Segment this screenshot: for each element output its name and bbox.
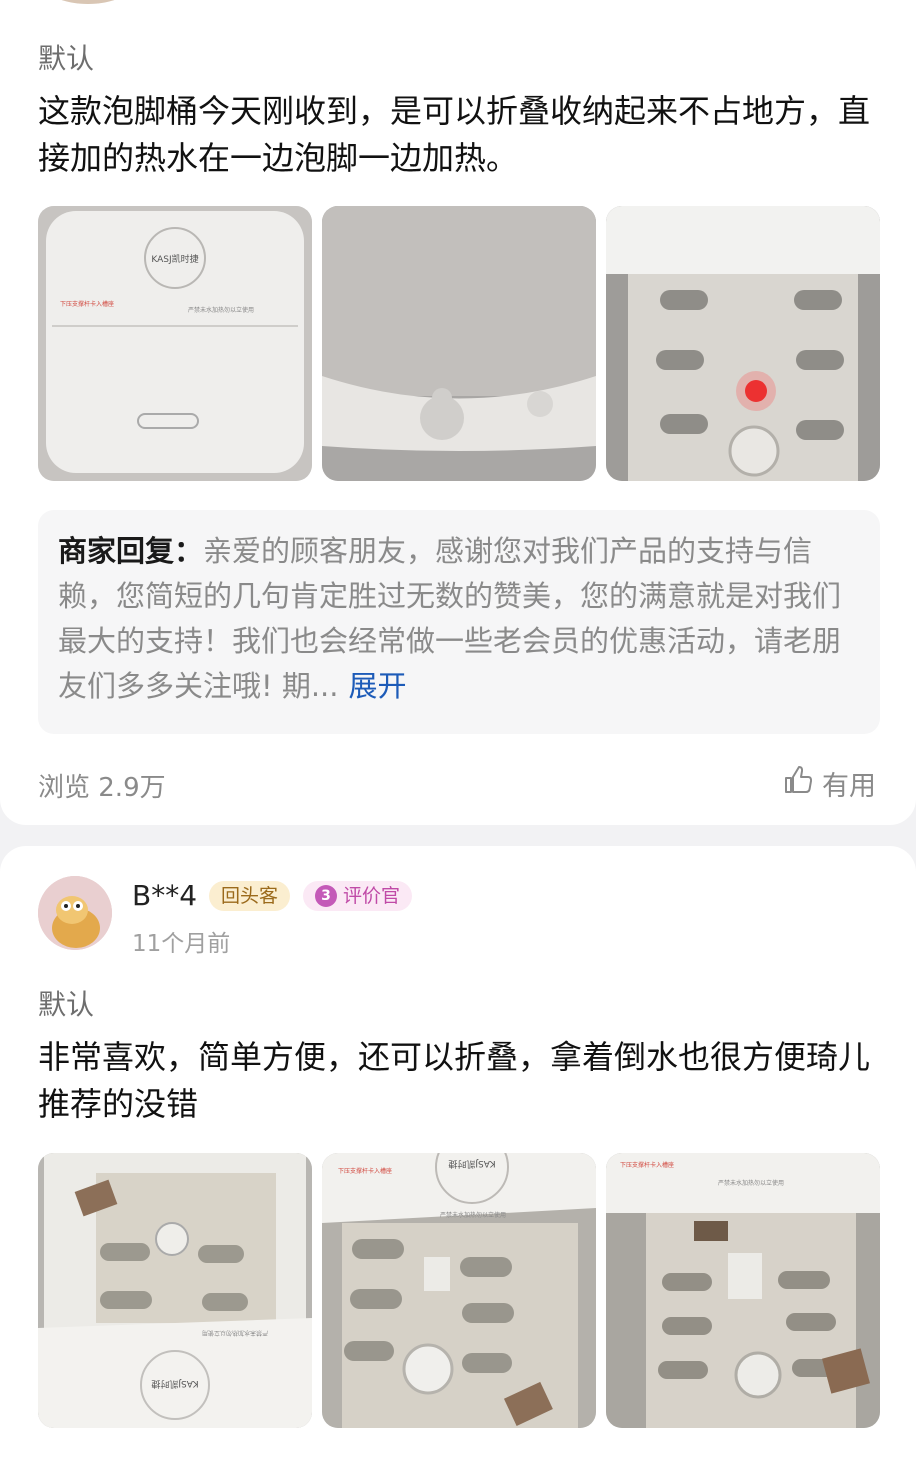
reviewer-badge-label: 评价官 (343, 885, 401, 907)
photo-notice-text: 严禁未水加热勿以立使用 (188, 306, 254, 314)
review-photo-2[interactable]: KASJ凯时捷 下压支撑杆卡入槽座 严禁未水加热勿以立使用 (322, 1153, 596, 1428)
product-spec: 默认 (38, 42, 95, 75)
expand-link[interactable]: 展开 (349, 669, 407, 703)
photo-warning-text: 下压支撑杆卡入槽座 (60, 300, 114, 308)
review-text: 非常喜欢，简单方便，还可以折叠，拿着倒水也很方便琦儿推荐的没错 (38, 1038, 871, 1123)
photo-logo-text: KASJ凯时捷 (151, 1378, 198, 1390)
photo-logo-text-2: KASJ凯时捷 (448, 1158, 495, 1170)
photo-logo-text: KASJ凯时捷 (151, 253, 198, 265)
view-count: 浏览 2.9万 (38, 773, 166, 803)
returning-customer-badge: 回头客 (209, 881, 291, 911)
review-photo-1[interactable]: KASJ凯时捷 严禁未水加热勿以立使用 (38, 1153, 312, 1428)
review-photo-3[interactable]: 下压支撑杆卡入槽座 严禁未水加热勿以立使用 (606, 1153, 880, 1428)
photo-warning-text: 下压支撑杆卡入槽座 (338, 1167, 392, 1175)
avatar[interactable] (38, 876, 112, 950)
useful-button[interactable]: 有用 (782, 764, 876, 803)
merchant-reply-label: 商家回复： (58, 534, 204, 568)
review-photo-3[interactable] (606, 206, 880, 481)
review-photo-2[interactable] (322, 206, 596, 481)
useful-label: 有用 (822, 771, 876, 802)
reviewer-level-icon: 3 (315, 885, 337, 907)
product-spec: 默认 (38, 988, 95, 1021)
review-card-1: 默认 这款泡脚桶今天刚收到，是可以折叠收纳起来不占地方，直接加的热水在一边泡脚一… (0, 0, 916, 825)
review-card-2: B**4 回头客 3 评价官 11个月前 默认 非常喜欢，简单方便，还可以折叠，… (0, 846, 916, 1466)
merchant-reply: 商家回复：亲爱的顾客朋友，感谢您对我们产品的支持与信赖，您简短的几句肯定胜过无数… (38, 510, 880, 734)
review-photos: KASJ凯时捷 下压支撑杆卡入槽座 严禁未水加热勿以立使用 (38, 206, 880, 481)
photo-notice-text: 严禁未水加热勿以立使用 (202, 1329, 268, 1337)
user-name[interactable]: B**4 (132, 879, 197, 912)
photo-notice-text-2: 严禁未水加热勿以立使用 (440, 1211, 506, 1219)
merchant-reply-text: 商家回复：亲爱的顾客朋友，感谢您对我们产品的支持与信赖，您简短的几句肯定胜过无数… (58, 529, 860, 709)
review-text: 这款泡脚桶今天刚收到，是可以折叠收纳起来不占地方，直接加的热水在一边泡脚一边加热… (38, 92, 871, 177)
review-photo-1[interactable]: KASJ凯时捷 下压支撑杆卡入槽座 严禁未水加热勿以立使用 (38, 206, 312, 481)
reviewer-badge: 3 评价官 (303, 881, 413, 911)
review-time: 11个月前 (132, 931, 231, 957)
review-photos: KASJ凯时捷 严禁未水加热勿以立使用 KASJ凯时捷 下压支撑杆卡入槽座 严禁… (38, 1153, 880, 1428)
photo-notice-text: 严禁未水加热勿以立使用 (718, 1179, 784, 1187)
photo-warning-text: 下压支撑杆卡入槽座 (620, 1161, 674, 1169)
avatar[interactable] (44, 0, 132, 4)
thumbs-up-icon (782, 764, 814, 803)
